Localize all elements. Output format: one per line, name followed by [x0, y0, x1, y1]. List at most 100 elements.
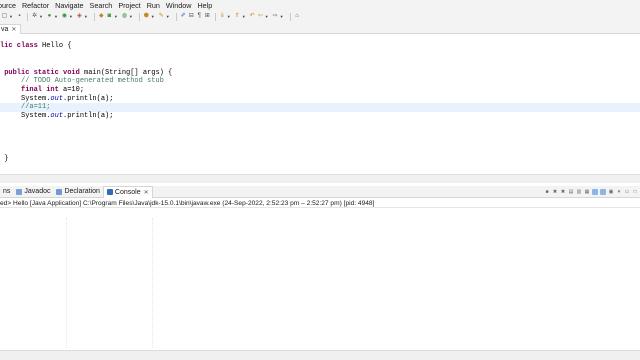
- show-whitespace-icon[interactable]: ¶: [196, 13, 203, 20]
- chevron-down-icon[interactable]: ▼: [114, 14, 118, 19]
- copy-icon[interactable]: ▤: [568, 189, 574, 195]
- menu-help[interactable]: Help: [197, 1, 216, 10]
- open-type-icon[interactable]: ⬢: [143, 13, 150, 20]
- chevron-down-icon[interactable]: ▼: [9, 14, 13, 19]
- menu-window[interactable]: Window: [166, 1, 196, 10]
- toggle-word-wrap-icon[interactable]: ⊟: [188, 13, 195, 20]
- new-java-project-icon[interactable]: ◆: [98, 13, 105, 20]
- keyword-token: public static void: [0, 68, 80, 77]
- keyword-token: final int: [0, 85, 59, 94]
- show-console-icon[interactable]: [592, 189, 598, 195]
- tab-javadoc[interactable]: Javadoc: [13, 186, 53, 198]
- display-selected-console-icon[interactable]: ▣: [608, 189, 614, 195]
- javadoc-icon: [16, 188, 23, 195]
- previous-annotation-icon[interactable]: ⇑: [234, 13, 241, 20]
- pin-editor-icon[interactable]: ⌂: [294, 13, 301, 20]
- close-icon[interactable]: ✕: [144, 189, 149, 196]
- debug-icon[interactable]: ✲: [31, 13, 38, 20]
- editor-tab-bar: va ✕: [0, 22, 640, 34]
- chevron-down-icon[interactable]: ▼: [280, 14, 284, 19]
- save-icon[interactable]: ▪: [16, 13, 23, 20]
- menu-navigate[interactable]: Navigate: [55, 1, 87, 10]
- close-icon[interactable]: ✕: [11, 26, 16, 33]
- chevron-down-icon[interactable]: ▼: [265, 14, 269, 19]
- search-icon[interactable]: ✎: [158, 13, 165, 20]
- tab-problems[interactable]: ns: [0, 186, 13, 198]
- remove-all-icon[interactable]: ✖: [560, 189, 566, 195]
- code-token: System.: [0, 112, 51, 120]
- menu-project[interactable]: Project: [118, 1, 144, 10]
- code-token: System.: [0, 94, 51, 103]
- menu-search[interactable]: Search: [90, 1, 117, 10]
- new-class-icon[interactable]: ◍: [121, 13, 128, 20]
- comment-token: //a=11;: [0, 103, 51, 112]
- chevron-down-icon[interactable]: ▼: [39, 14, 43, 19]
- run-icon[interactable]: ●: [46, 13, 53, 20]
- code-token: .println(a);: [63, 112, 114, 120]
- editor-tab-hello-java[interactable]: va ✕: [0, 24, 22, 34]
- menu-run[interactable]: Run: [147, 1, 164, 10]
- toggle-mark-occurrences-icon[interactable]: ✐: [180, 13, 187, 20]
- new-package-icon[interactable]: ◙: [106, 13, 113, 20]
- new-console-icon[interactable]: ▾: [616, 189, 622, 195]
- toolbar-separator: [289, 12, 291, 21]
- code-line-close-brace: }: [0, 155, 8, 164]
- forward-icon[interactable]: ⇨: [272, 13, 279, 20]
- code-token: Hello {: [37, 42, 72, 50]
- status-bar: [0, 350, 640, 360]
- code-line-println-2: System.out.println(a);: [0, 112, 113, 121]
- console-icon: [106, 189, 113, 195]
- chevron-down-icon[interactable]: ▼: [84, 14, 88, 19]
- new-icon[interactable]: ▢: [1, 13, 8, 20]
- chevron-down-icon[interactable]: ▼: [54, 14, 58, 19]
- comment-token: // TODO Auto-generated method stub: [0, 77, 164, 86]
- code-line-final-declaration: final int a=10;: [0, 86, 84, 95]
- scroll-lock-icon[interactable]: ▥: [576, 189, 582, 195]
- chevron-down-icon[interactable]: ▼: [129, 14, 133, 19]
- divider: [152, 218, 153, 348]
- divider: [66, 218, 67, 348]
- maximize-icon[interactable]: □: [632, 189, 638, 195]
- chevron-down-icon[interactable]: ▼: [227, 14, 231, 19]
- console-launch-status: ed> Hello [Java Application] C:\Program …: [0, 199, 640, 208]
- chevron-down-icon[interactable]: ▼: [69, 14, 73, 19]
- menu-bar: ource Refactor Navigate Search Project R…: [0, 0, 640, 11]
- chevron-down-icon[interactable]: ▼: [151, 14, 155, 19]
- chevron-down-icon[interactable]: ▼: [242, 14, 246, 19]
- declaration-icon: [56, 188, 63, 195]
- code-token: a=10;: [58, 85, 85, 94]
- toolbar-separator: [214, 12, 216, 21]
- tab-declaration[interactable]: Declaration: [53, 186, 102, 198]
- toolbar-separator: [138, 12, 140, 21]
- editor-horizontal-scrollbar[interactable]: [0, 174, 640, 183]
- terminate-icon[interactable]: ■: [544, 189, 550, 195]
- minimize-icon[interactable]: ▭: [624, 189, 630, 195]
- next-annotation-icon[interactable]: ⇓: [219, 13, 226, 20]
- code-editor[interactable]: lic class Hello { public static void mai…: [0, 34, 640, 174]
- word-wrap-icon[interactable]: ▦: [584, 189, 590, 195]
- block-selection-icon[interactable]: ⊞: [204, 13, 211, 20]
- code-line-commented-assignment: //a=11;: [0, 103, 640, 112]
- tab-console[interactable]: Console ✕: [102, 185, 153, 198]
- menu-refactor[interactable]: Refactor: [22, 1, 53, 10]
- keyword-token: lic class: [0, 42, 38, 50]
- field-token: out: [50, 112, 64, 120]
- tab-problems-label: ns: [3, 188, 11, 195]
- code-token: main(String[] args) {: [79, 68, 173, 77]
- console-output[interactable]: [0, 208, 640, 348]
- back-icon[interactable]: ⇦: [257, 13, 264, 20]
- code-line-class-declaration: lic class Hello {: [0, 42, 71, 51]
- chevron-down-icon[interactable]: ▼: [166, 14, 170, 19]
- tab-console-label: Console: [114, 188, 141, 196]
- editor-tab-label: va: [1, 26, 9, 33]
- coverage-icon[interactable]: ◉: [61, 13, 68, 20]
- last-edit-location-icon[interactable]: ↶: [249, 13, 256, 20]
- toolbar-separator: [175, 12, 177, 21]
- tab-declaration-label: Declaration: [64, 188, 100, 195]
- menu-source[interactable]: ource: [0, 1, 20, 10]
- code-token: }: [0, 155, 9, 163]
- pin-console-icon[interactable]: [600, 189, 606, 195]
- remove-launch-icon[interactable]: ✖: [552, 189, 558, 195]
- external-tools-icon[interactable]: ◈: [76, 13, 83, 20]
- code-line-main-declaration: public static void main(String[] args) {: [0, 69, 172, 78]
